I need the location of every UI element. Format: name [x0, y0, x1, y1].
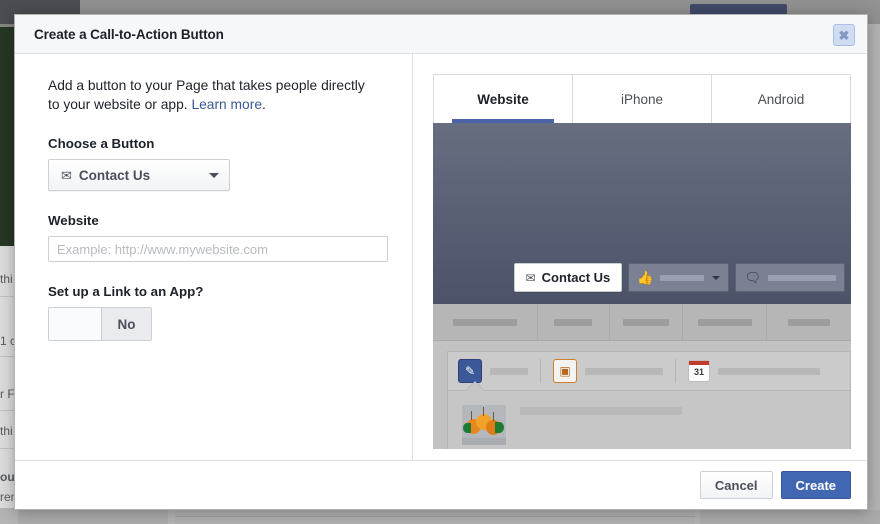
preview-cta-label: Contact Us — [542, 270, 611, 285]
composer-status-option[interactable]: ✎ — [458, 359, 541, 383]
envelope-icon: ✉ — [526, 272, 536, 284]
cancel-button[interactable]: Cancel — [700, 471, 773, 499]
nav-item-placeholder — [788, 319, 830, 326]
choose-button-label: Choose a Button — [48, 136, 412, 151]
preview-content: ✎ ▣ 31 — [433, 341, 851, 449]
nav-item[interactable] — [433, 304, 538, 340]
preview-action-row: ✉ Contact Us 👍 🗨 — [514, 263, 851, 292]
dialog-header: Create a Call-to-Action Button ✖ — [15, 15, 867, 54]
calendar-icon: 31 — [688, 360, 710, 382]
dialog-title: Create a Call-to-Action Button — [34, 27, 224, 42]
envelope-icon: ✉ — [61, 169, 72, 182]
toggle-value: No — [118, 317, 136, 332]
close-glyph: ✖ — [839, 29, 850, 42]
preview-pane: Website iPhone Android ✉ Contact Us — [413, 54, 867, 460]
intro-period: . — [262, 97, 266, 112]
nav-item[interactable] — [683, 304, 767, 340]
composer-label-placeholder — [718, 368, 820, 375]
preview-composer: ✎ ▣ 31 — [447, 351, 851, 391]
photo-icon: ▣ — [553, 359, 577, 383]
message-label-placeholder — [768, 275, 836, 281]
nav-item[interactable] — [610, 304, 683, 340]
oranges-thumbnail — [462, 405, 506, 445]
nav-item-placeholder — [453, 319, 517, 326]
close-icon[interactable]: ✖ — [833, 24, 855, 46]
tab-android[interactable]: Android — [712, 75, 850, 123]
preview-cta-button[interactable]: ✉ Contact Us — [514, 263, 623, 292]
cover-photo-placeholder: ✉ Contact Us 👍 🗨 — [433, 123, 851, 304]
composer-label-placeholder — [585, 368, 663, 375]
cta-type-dropdown[interactable]: ✉ Contact Us — [48, 159, 230, 191]
post-arrow — [466, 382, 484, 391]
tab-android-label: Android — [758, 92, 805, 107]
preview-navbar — [433, 304, 851, 341]
nav-item-placeholder — [623, 319, 669, 326]
app-link-label: Set up a Link to an App? — [48, 284, 412, 299]
dialog-body: Add a button to your Page that takes peo… — [15, 54, 867, 460]
composer-label-placeholder — [490, 368, 528, 375]
website-input[interactable] — [48, 236, 388, 262]
post-text-placeholder — [520, 407, 682, 415]
preview-tabs: Website iPhone Android — [433, 74, 851, 123]
tab-website[interactable]: Website — [434, 75, 573, 123]
chevron-down-icon — [209, 173, 219, 178]
app-link-toggle[interactable]: No — [48, 307, 152, 341]
composer-event-option[interactable]: 31 — [688, 360, 832, 382]
tab-website-label: Website — [477, 92, 529, 107]
nav-item[interactable] — [538, 304, 611, 340]
preview-message-button[interactable]: 🗨 — [735, 263, 845, 292]
like-label-placeholder — [660, 275, 704, 281]
toggle-on-segment[interactable]: No — [101, 308, 151, 340]
nav-item-placeholder — [698, 319, 752, 326]
preview-post — [447, 391, 851, 449]
learn-more-link[interactable]: Learn more — [191, 97, 262, 112]
nav-item[interactable] — [767, 304, 851, 340]
nav-item-placeholder — [554, 319, 592, 326]
pencil-icon: ✎ — [458, 359, 482, 383]
cta-type-value: Contact Us — [79, 168, 150, 183]
create-cta-dialog: Create a Call-to-Action Button ✖ Add a b… — [14, 14, 868, 510]
form-pane: Add a button to your Page that takes peo… — [15, 54, 413, 460]
preview-like-button[interactable]: 👍 — [628, 263, 729, 292]
page-preview: ✉ Contact Us 👍 🗨 — [433, 123, 851, 449]
create-button[interactable]: Create — [781, 471, 851, 499]
speech-bubble-icon: 🗨 — [744, 271, 761, 284]
intro-text: Add a button to your Page that takes peo… — [48, 76, 378, 114]
website-label: Website — [48, 213, 412, 228]
thumbs-up-icon: 👍 — [637, 271, 653, 284]
toggle-off-segment[interactable] — [49, 308, 101, 340]
chevron-down-icon — [712, 276, 720, 280]
dialog-footer: Cancel Create — [15, 460, 867, 509]
tab-iphone-label: iPhone — [621, 92, 663, 107]
composer-photo-option[interactable]: ▣ — [553, 359, 676, 383]
tab-iphone[interactable]: iPhone — [573, 75, 712, 123]
